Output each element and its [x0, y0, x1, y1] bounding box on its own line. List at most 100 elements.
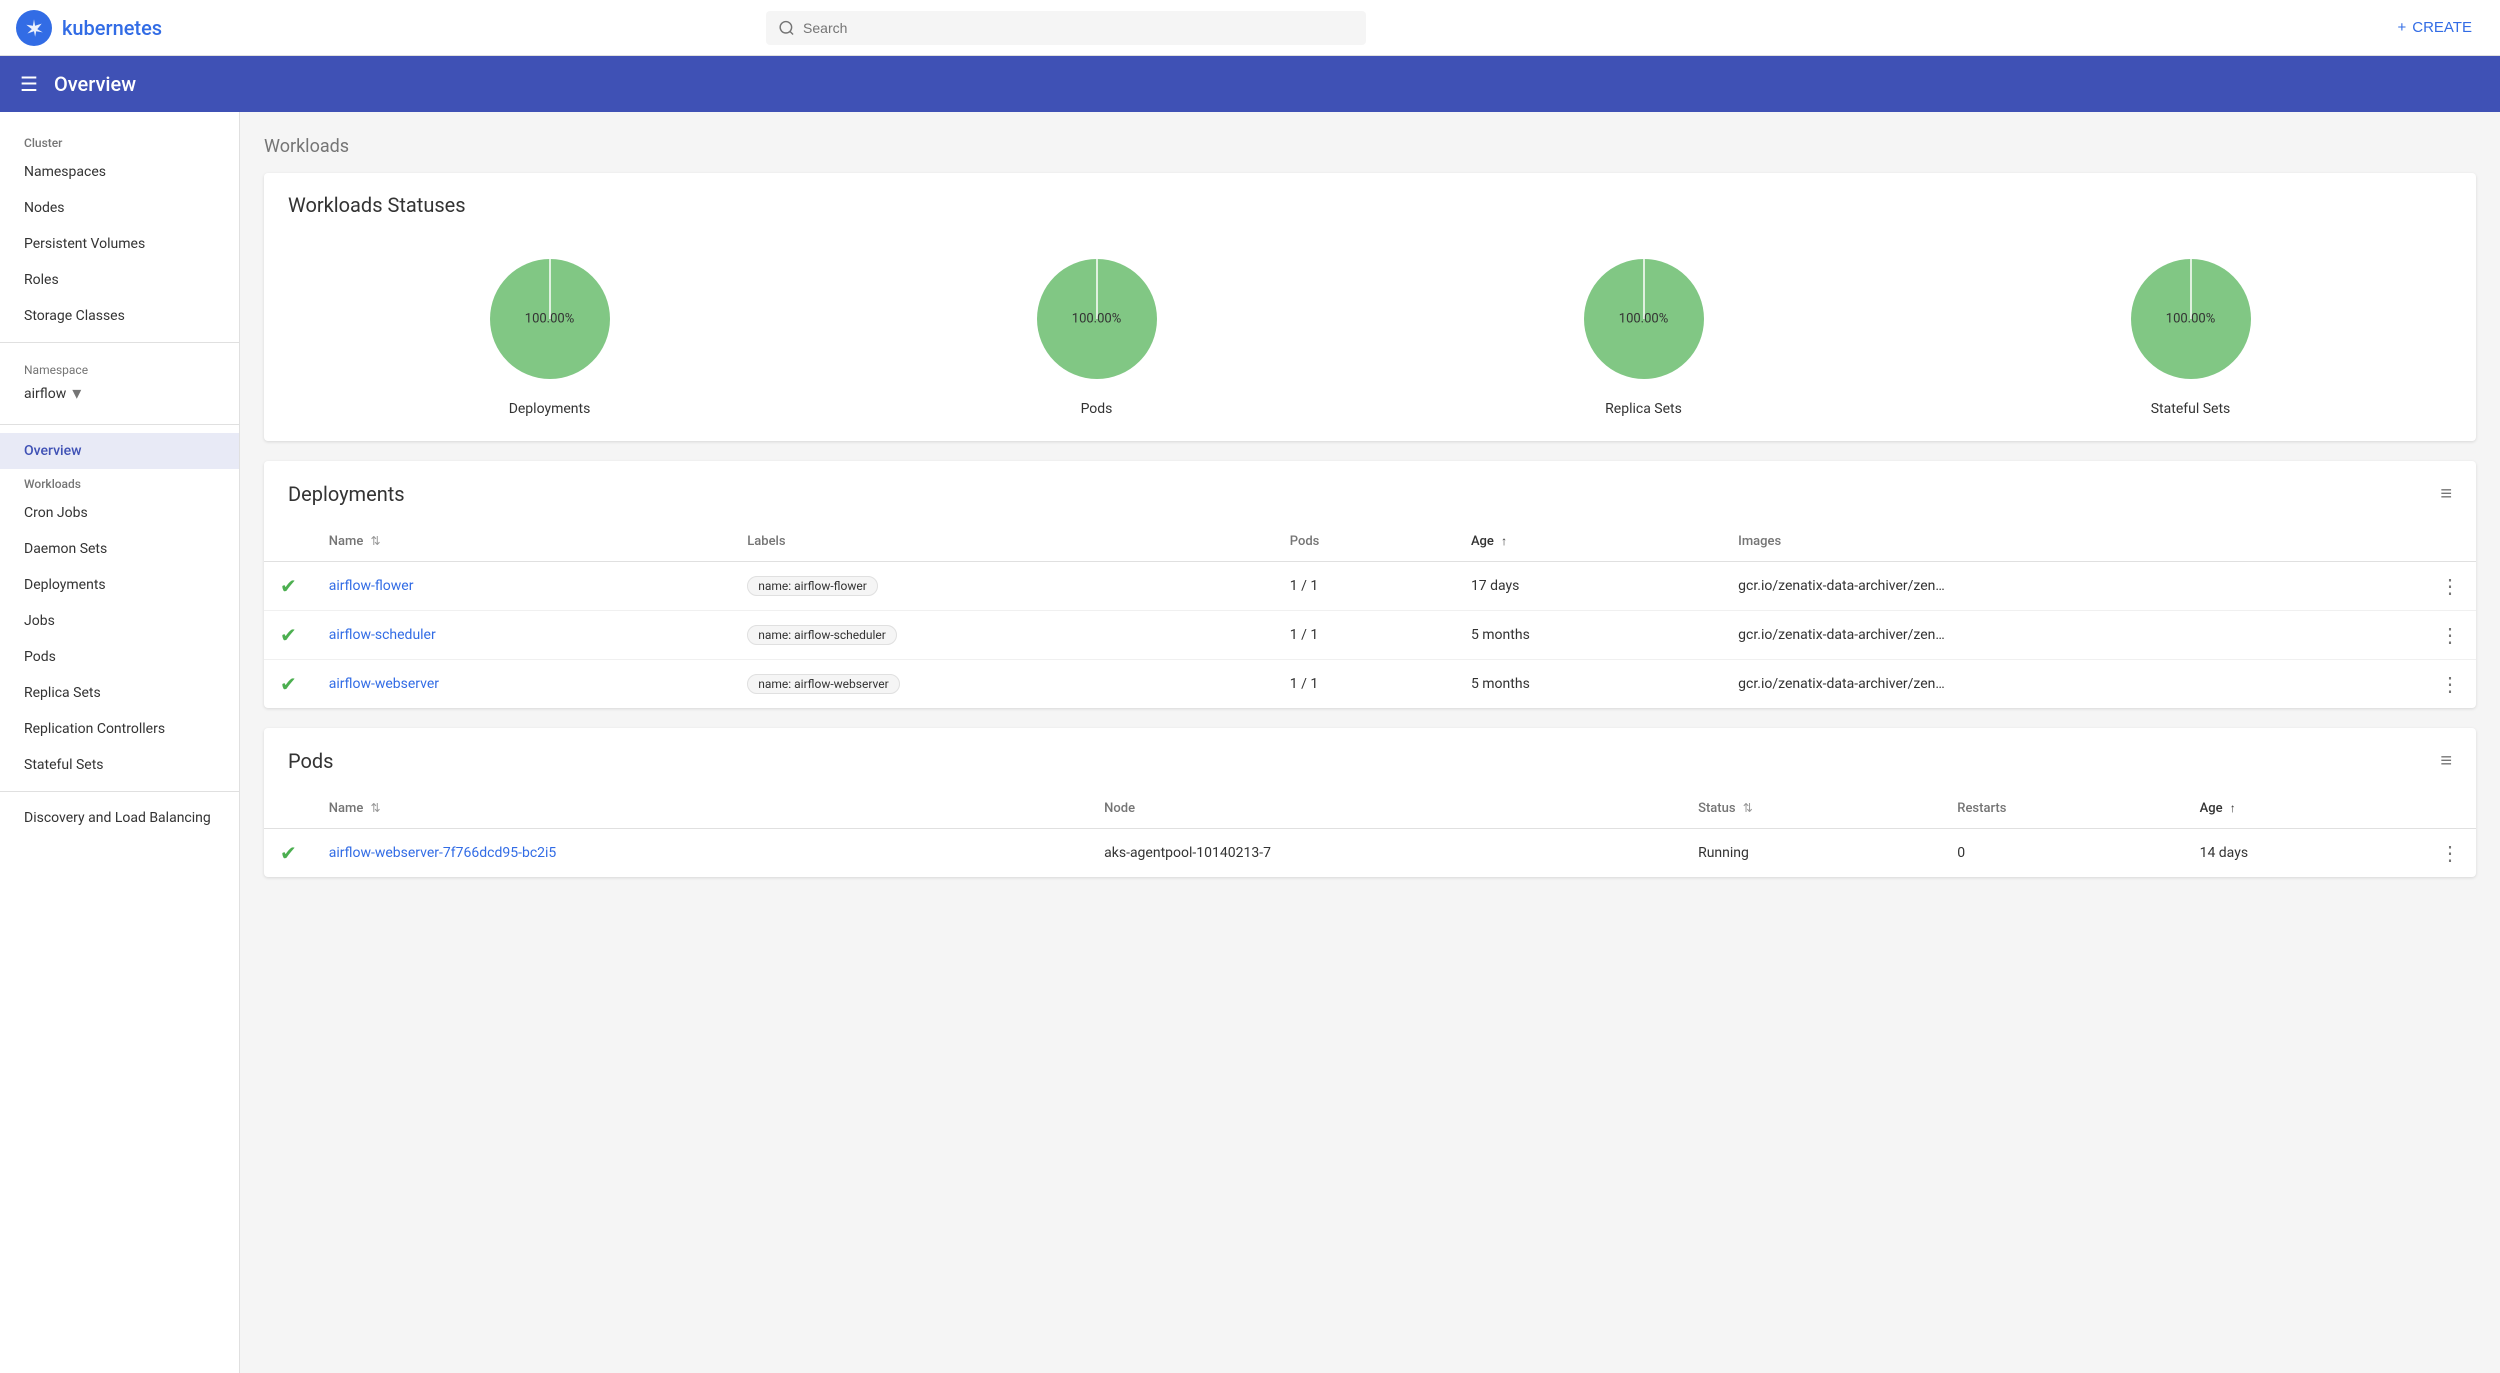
chart-stateful-sets: 100.00% Stateful Sets [2121, 249, 2261, 417]
search-input[interactable] [803, 20, 1354, 36]
th-status-icon [264, 522, 313, 562]
pie-pods-pct: 100.00% [1072, 312, 1121, 327]
deploy-name-link-1[interactable]: airflow-scheduler [329, 627, 436, 643]
deployments-card: Deployments ≡ Name ⇅ Labels [264, 461, 2476, 708]
status-ok-icon: ✔ [280, 672, 297, 696]
main-layout: Cluster Namespaces Nodes Persistent Volu… [0, 112, 2500, 1373]
deploy-name-cell-0: airflow-flower [313, 562, 731, 611]
sidebar-item-jobs[interactable]: Jobs [0, 603, 239, 639]
pods-table-wrapper: Name ⇅ Node Status ⇅ Restarts [264, 789, 2476, 877]
filter-icon[interactable]: ≡ [2440, 481, 2452, 506]
overview-label: Overview [24, 443, 81, 459]
th-pod-name[interactable]: Name ⇅ [313, 789, 1088, 829]
create-button[interactable]: + CREATE [2385, 11, 2484, 44]
pod-age-cell-0: 14 days [2184, 829, 2424, 878]
deployments-table-wrapper: Name ⇅ Labels Pods Age ↑ [264, 522, 2476, 708]
deploy-images-cell-2: gcr.io/zenatix-data-archiver/zen… [1722, 660, 2424, 709]
sidebar-item-storage-classes[interactable]: Storage Classes [0, 298, 239, 334]
sidebar-item-namespaces[interactable]: Namespaces [0, 154, 239, 190]
th-deploy-name[interactable]: Name ⇅ [313, 522, 731, 562]
th-deploy-age[interactable]: Age ↑ [1455, 522, 1722, 562]
pie-stateful-sets: 100.00% [2121, 249, 2261, 389]
pie-replica-sets: 100.00% [1574, 249, 1714, 389]
app-title: kubernetes [62, 16, 162, 40]
chart-replica-sets: 100.00% Replica Sets [1574, 249, 1714, 417]
sidebar-item-nodes[interactable]: Nodes [0, 190, 239, 226]
namespace-select[interactable]: airflow ▾ [24, 383, 215, 404]
more-icon-0[interactable]: ⋮ [2440, 574, 2460, 598]
sort-name-icon: ⇅ [371, 534, 381, 548]
pods-label: Pods [24, 649, 56, 665]
sort-status-icon: ⇅ [1743, 801, 1753, 815]
deploy-name-link-0[interactable]: airflow-flower [329, 578, 414, 594]
cluster-label: Cluster [0, 128, 239, 154]
sidebar-item-pods[interactable]: Pods [0, 639, 239, 675]
status-cell-0: ✔ [264, 562, 313, 611]
namespace-value: airflow [24, 386, 66, 402]
sidebar-item-replica-sets[interactable]: Replica Sets [0, 675, 239, 711]
th-pod-age[interactable]: Age ↑ [2184, 789, 2424, 829]
sidebar-item-discovery[interactable]: Discovery and Load Balancing [0, 800, 239, 836]
deploy-name-link-2[interactable]: airflow-webserver [329, 676, 439, 692]
chevron-down-icon: ▾ [72, 383, 81, 404]
sort-pod-age-icon: ↑ [2230, 801, 2236, 815]
top-navigation: kubernetes + CREATE [0, 0, 2500, 56]
label-chip-2: name: airflow-webserver [747, 674, 899, 694]
pods-filter-icon[interactable]: ≡ [2440, 748, 2452, 773]
th-deploy-labels: Labels [731, 522, 1274, 562]
sidebar-divider-2 [0, 424, 239, 425]
pods-title: Pods [288, 749, 334, 773]
pod-node-cell-0: aks-agentpool-10140213-7 [1088, 829, 1682, 878]
sidebar-item-deployments[interactable]: Deployments [0, 567, 239, 603]
sidebar-item-cron-jobs[interactable]: Cron Jobs [0, 495, 239, 531]
workloads-section-label: Workloads [0, 469, 239, 495]
table-row: ✔ airflow-webserver-7f766dcd95-bc2i5 aks… [264, 829, 2476, 878]
more-icon-2[interactable]: ⋮ [2440, 672, 2460, 696]
th-pod-node: Node [1088, 789, 1682, 829]
pie-deployments: 100.00% [480, 249, 620, 389]
pod-status-ok-icon: ✔ [280, 841, 297, 865]
deploy-age-cell-2: 5 months [1455, 660, 1722, 709]
search-bar[interactable] [766, 11, 1366, 45]
status-ok-icon: ✔ [280, 574, 297, 598]
create-label: CREATE [2412, 19, 2472, 36]
stateful-sets-label: Stateful Sets [24, 757, 104, 773]
deploy-pods-cell-0: 1 / 1 [1274, 562, 1455, 611]
chart-deployments-label: Deployments [509, 401, 591, 417]
sidebar-item-overview[interactable]: Overview [0, 433, 239, 469]
deploy-images-cell-0: gcr.io/zenatix-data-archiver/zen… [1722, 562, 2424, 611]
label-chip-0: name: airflow-flower [747, 576, 878, 596]
th-pod-status[interactable]: Status ⇅ [1682, 789, 1941, 829]
deploy-more-cell-2: ⋮ [2424, 660, 2476, 709]
deployments-title: Deployments [288, 482, 405, 506]
pod-name-link-0[interactable]: airflow-webserver-7f766dcd95-bc2i5 [329, 845, 557, 861]
status-ok-icon: ✔ [280, 623, 297, 647]
deploy-more-cell-1: ⋮ [2424, 611, 2476, 660]
table-row: ✔ airflow-scheduler name: airflow-schedu… [264, 611, 2476, 660]
statuses-card-header: Workloads Statuses [264, 173, 2476, 233]
sidebar-item-nodes-label: Nodes [24, 200, 65, 216]
namespace-section: Namespace airflow ▾ [0, 351, 239, 416]
sidebar-item-daemon-sets[interactable]: Daemon Sets [0, 531, 239, 567]
pod-status-text-cell-0: Running [1682, 829, 1941, 878]
th-pod-actions [2424, 789, 2476, 829]
deployments-label: Deployments [24, 577, 106, 593]
sort-pod-name-icon: ⇅ [371, 801, 381, 815]
sidebar-item-stateful-sets[interactable]: Stateful Sets [0, 747, 239, 783]
sidebar-item-persistent-volumes[interactable]: Persistent Volumes [0, 226, 239, 262]
pod-more-icon-0[interactable]: ⋮ [2440, 841, 2460, 865]
statuses-title: Workloads Statuses [288, 193, 466, 217]
pods-table: Name ⇅ Node Status ⇅ Restarts [264, 789, 2476, 877]
deploy-images-cell-1: gcr.io/zenatix-data-archiver/zen… [1722, 611, 2424, 660]
main-content: Workloads Workloads Statuses 100.00% Dep… [240, 112, 2500, 1373]
sidebar-divider-1 [0, 342, 239, 343]
pod-status-cell-0: ✔ [264, 829, 313, 878]
sidebar-item-replication-controllers[interactable]: Replication Controllers [0, 711, 239, 747]
more-icon-1[interactable]: ⋮ [2440, 623, 2460, 647]
sidebar-item-roles[interactable]: Roles [0, 262, 239, 298]
pie-replica-sets-pct: 100.00% [1619, 312, 1668, 327]
namespace-label: Namespace [24, 363, 215, 377]
hamburger-icon[interactable]: ☰ [20, 72, 38, 96]
sidebar-item-pv-label: Persistent Volumes [24, 236, 145, 252]
th-pod-status-icon [264, 789, 313, 829]
